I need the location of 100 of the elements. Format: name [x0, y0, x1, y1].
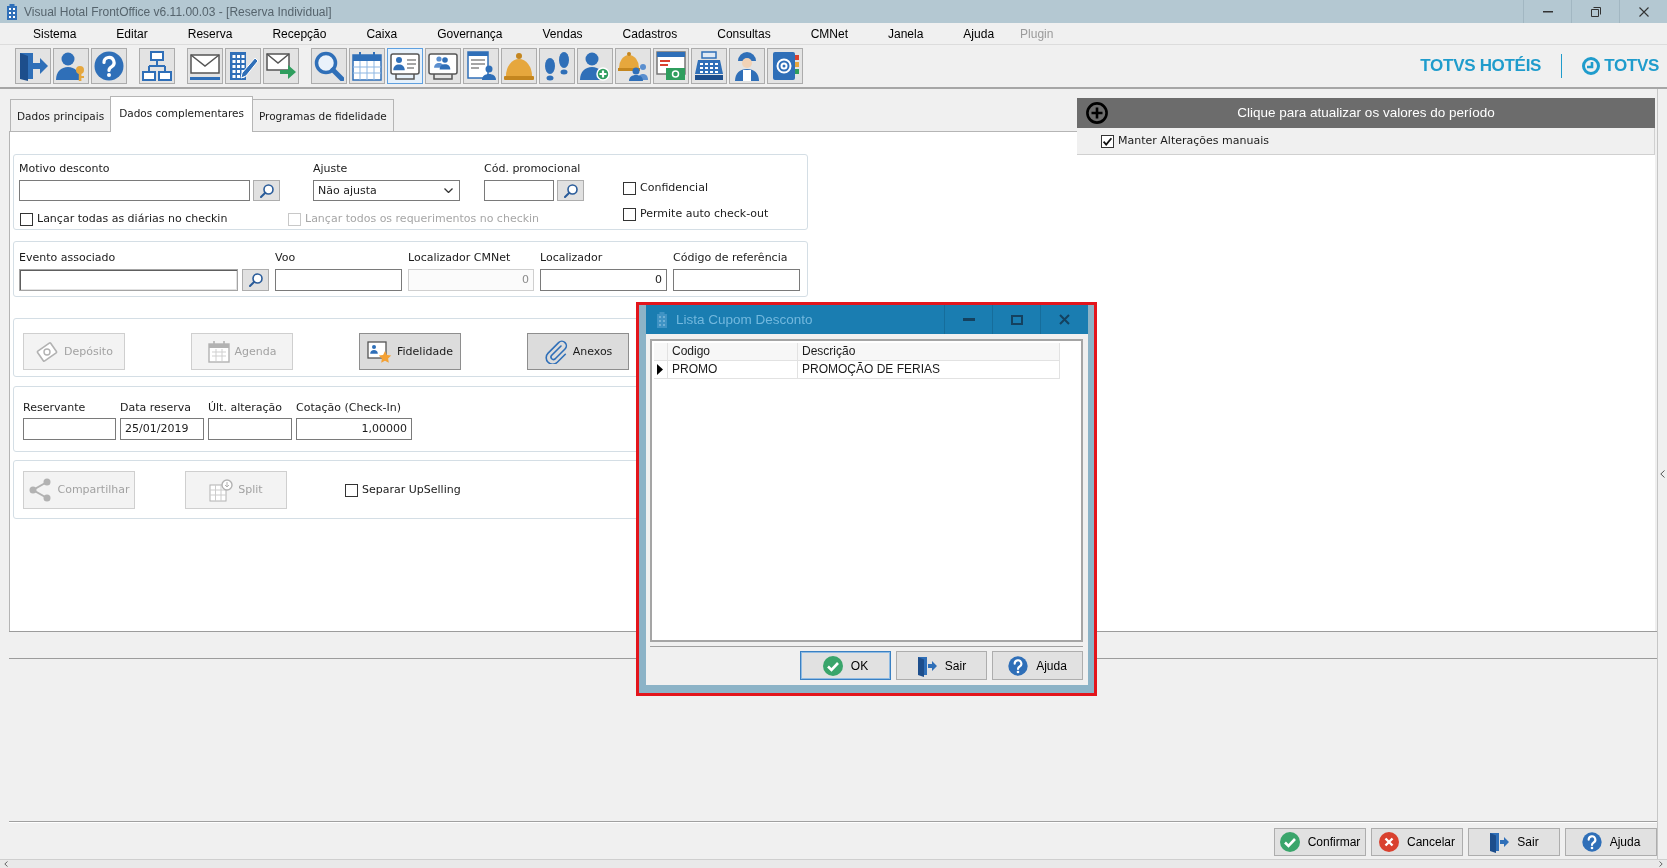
minimize-icon	[1542, 10, 1553, 13]
menu-item[interactable]: Recepção	[252, 26, 347, 41]
row-selector[interactable]	[654, 361, 668, 379]
exit-button[interactable]: Sair	[1468, 828, 1560, 856]
input-field[interactable]	[23, 418, 116, 440]
checkbox-label: Separar UpSelling	[362, 483, 461, 497]
window-title: Visual Hotal FrontOffice v6.11.00.03 - [Reserva Individual]	[24, 4, 332, 19]
number-field[interactable]: 1,00000	[296, 418, 412, 440]
input-field[interactable]	[19, 180, 250, 201]
exit-button[interactable]: Sair	[896, 651, 987, 680]
toolbar-button[interactable]	[767, 48, 803, 84]
close-icon	[1059, 314, 1070, 325]
menu-item[interactable]: Cadastros	[602, 26, 698, 41]
field-label: Cód. promocional	[484, 162, 582, 176]
input-field[interactable]	[275, 269, 402, 291]
menu-item[interactable]: Governança	[417, 26, 523, 41]
close-icon	[1638, 6, 1649, 17]
toolbar-button[interactable]	[349, 48, 385, 84]
plus-circle-icon	[1086, 102, 1108, 124]
toolbar-button[interactable]	[53, 48, 89, 84]
field-label: Ajuste	[313, 162, 349, 176]
product-name: TOTVS HOTÉIS	[1420, 56, 1542, 76]
toolbar-button[interactable]	[653, 48, 689, 84]
toolbar-button[interactable]	[91, 48, 127, 84]
caret-down-icon	[444, 188, 453, 193]
dialog-title: Lista Cupom Desconto	[676, 312, 813, 327]
menu-item[interactable]: Sistema	[13, 26, 97, 41]
bell-icon	[504, 51, 534, 81]
loyalty-button[interactable]: Fidelidade	[359, 333, 461, 370]
toolbar-button[interactable]	[615, 48, 651, 84]
confirm-button[interactable]: Confirmar	[1274, 828, 1366, 856]
toolbar-button[interactable]	[539, 48, 575, 84]
tab[interactable]: Programas de fidelidade	[251, 99, 394, 131]
checkbox-label: Confidencial	[640, 181, 708, 195]
search-icon	[259, 183, 274, 198]
help-icon	[1581, 832, 1602, 852]
input-field[interactable]	[19, 269, 238, 291]
toolbar-button[interactable]	[691, 48, 727, 84]
envelope-icon	[190, 51, 220, 81]
ok-button[interactable]: OK	[800, 651, 891, 680]
field-label: Voo	[275, 251, 297, 265]
toolbar-button[interactable]	[387, 48, 423, 84]
menu-item[interactable]: Vendas	[522, 26, 603, 41]
input-field[interactable]	[673, 269, 800, 291]
toolbar-button[interactable]	[463, 48, 499, 84]
checkbox-label: Permite auto check-out	[640, 207, 769, 221]
checkbox[interactable]	[623, 181, 636, 195]
door-arrow-icon	[18, 51, 48, 81]
money-window-icon	[656, 51, 686, 81]
toolbar-button[interactable]	[225, 48, 261, 84]
menu-item[interactable]: Consultas	[697, 26, 791, 41]
restore-icon	[1590, 6, 1601, 17]
help-button[interactable]: Ajuda	[992, 651, 1083, 680]
horizontal-scrollbar[interactable]	[0, 859, 1667, 868]
column-header[interactable]: Codigo	[668, 343, 798, 361]
input-field[interactable]	[208, 418, 292, 440]
toolbar-button[interactable]	[577, 48, 613, 84]
menu-item[interactable]: Caixa	[346, 26, 418, 41]
checkbox[interactable]	[1101, 134, 1114, 148]
checkbox[interactable]	[20, 212, 33, 226]
toolbar-button[interactable]	[729, 48, 765, 84]
calendar-icon	[207, 340, 230, 363]
toolbar-button[interactable]	[425, 48, 461, 84]
footprints-icon	[542, 51, 572, 81]
number-field[interactable]: 0	[540, 269, 667, 291]
menu-item[interactable]: Reserva	[167, 26, 253, 41]
search-button[interactable]	[242, 269, 269, 291]
toolbar-button[interactable]	[263, 48, 299, 84]
menu-item[interactable]: Janela	[868, 26, 944, 41]
maid-icon	[732, 51, 762, 81]
search-button[interactable]	[253, 180, 280, 201]
help-button[interactable]: Ajuda	[1565, 828, 1657, 856]
menu-item[interactable]: Editar	[96, 26, 168, 41]
date-field[interactable]: 25/01/2019	[120, 418, 204, 440]
table-cell: PROMOÇÃO DE FERIAS	[798, 361, 1060, 379]
toolbar-button[interactable]	[311, 48, 347, 84]
update-values-bar[interactable]: Clique para atualizar os valores do período	[1077, 98, 1655, 128]
toolbar-button[interactable]	[139, 48, 175, 84]
menu-item[interactable]: CMNet	[790, 26, 868, 41]
toolbar-button[interactable]	[15, 48, 51, 84]
arrow-right-icon	[1659, 861, 1663, 867]
checkbox[interactable]	[345, 483, 358, 497]
input-field[interactable]	[484, 180, 554, 201]
field-label: Data reserva	[120, 401, 193, 415]
checkbox[interactable]	[623, 207, 636, 221]
search-button[interactable]	[557, 180, 584, 201]
cancel-button[interactable]: Cancelar	[1371, 828, 1463, 856]
data-grid[interactable]: Codigo Descrição PROMO PROMOÇÃO DE FERIAS	[650, 339, 1083, 642]
tab[interactable]: Dados principais	[10, 99, 112, 131]
attachments-button[interactable]: Anexos	[527, 333, 629, 370]
minimize-icon	[962, 318, 975, 321]
checkbox-label: Lançar todas as diárias no checkin	[37, 212, 228, 226]
tab[interactable]: Dados complementares	[110, 96, 253, 132]
field-label: Últ. alteração	[208, 401, 284, 415]
corner-header-cell	[654, 343, 668, 361]
bell-people-icon	[618, 51, 648, 81]
toolbar-button[interactable]	[187, 48, 223, 84]
column-header[interactable]: Descrição	[798, 343, 1060, 361]
check-circle-icon	[1279, 832, 1300, 852]
dropdown[interactable]: Não ajusta	[313, 180, 460, 201]
